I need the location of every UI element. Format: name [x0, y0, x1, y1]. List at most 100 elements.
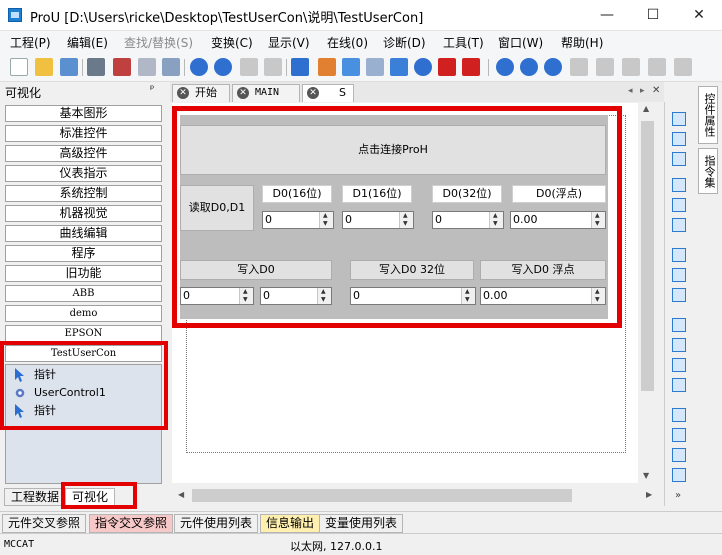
tab-element-usage[interactable]: 元件使用列表	[174, 514, 259, 533]
undo-icon[interactable]	[190, 58, 208, 76]
tab-label: S	[339, 86, 346, 99]
cut-icon[interactable]	[113, 58, 131, 76]
category-abb[interactable]: ABB	[5, 285, 162, 302]
close-icon[interactable]: ✕	[676, 0, 722, 31]
stop-icon[interactable]	[520, 58, 538, 76]
v-spacing-remove-icon[interactable]	[672, 468, 686, 482]
tab-scroll-left-icon[interactable]: ◂	[628, 86, 633, 96]
category-basic-shapes[interactable]: 基本图形	[5, 105, 162, 122]
menu-view[interactable]: 显示(V)	[268, 34, 310, 51]
connect-icon[interactable]	[390, 58, 408, 76]
category-curve-edit[interactable]: 曲线编辑	[5, 225, 162, 242]
same-size-icon[interactable]	[672, 288, 686, 302]
tab-start[interactable]: ✕ 开始	[172, 84, 230, 102]
align-icon[interactable]	[596, 58, 614, 76]
category-demo[interactable]: demo	[5, 305, 162, 322]
tab-variable-usage[interactable]: 变量使用列表	[319, 514, 404, 533]
pin-icon[interactable]: ᵖ	[150, 84, 154, 95]
tab-instruction-crossref[interactable]: 指令交叉参照	[89, 514, 174, 533]
dev-icon[interactable]	[240, 58, 258, 76]
h-spacing-remove-icon[interactable]	[672, 378, 686, 392]
more-tools-icon[interactable]: »	[675, 490, 681, 501]
align-top-icon[interactable]	[672, 178, 686, 192]
run-icon[interactable]	[496, 58, 514, 76]
tab-project-data[interactable]: 工程数据	[4, 488, 67, 506]
category-standard-controls[interactable]: 标准控件	[5, 125, 162, 142]
same-height-icon[interactable]	[672, 268, 686, 282]
category-machine-vision[interactable]: 机器视觉	[5, 205, 162, 222]
menu-edit[interactable]: 编辑(E)	[67, 34, 108, 51]
close-tab-icon[interactable]: ✕	[307, 87, 319, 99]
vertical-scroll-thumb[interactable]	[641, 121, 654, 391]
compare-icon[interactable]	[570, 58, 588, 76]
category-advanced-controls[interactable]: 高级控件	[5, 145, 162, 162]
tab-scroll-right-icon[interactable]: ▸	[640, 86, 645, 96]
pause-icon[interactable]	[414, 58, 432, 76]
menu-find-replace[interactable]: 查找/替换(S)	[124, 34, 193, 51]
scroll-right-icon[interactable]: ▶	[646, 490, 652, 499]
open-folder-icon[interactable]	[35, 58, 53, 76]
print-icon[interactable]	[87, 58, 105, 76]
minimize-icon[interactable]: —	[584, 0, 630, 31]
close-tab-icon[interactable]: ✕	[177, 87, 189, 99]
scroll-down-icon[interactable]: ▼	[643, 471, 649, 480]
paste-icon[interactable]	[162, 58, 180, 76]
reset-icon[interactable]	[544, 58, 562, 76]
tab-control-properties[interactable]: 控件属性	[698, 86, 718, 144]
table-icon[interactable]	[366, 58, 384, 76]
close-doc-icon[interactable]: ✕	[652, 85, 660, 96]
category-program[interactable]: 程序	[5, 245, 162, 262]
deb-icon[interactable]	[264, 58, 282, 76]
scroll-up-icon[interactable]: ▲	[643, 104, 649, 113]
grid-icon[interactable]	[648, 58, 666, 76]
h-spacing-dec-icon[interactable]	[672, 358, 686, 372]
tab-element-crossref[interactable]: 元件交叉参照	[2, 514, 87, 533]
close-tab-icon[interactable]: ✕	[237, 87, 249, 99]
align-left-icon[interactable]	[672, 112, 686, 126]
category-epson[interactable]: EPSON	[5, 325, 162, 342]
align-right-icon[interactable]	[672, 152, 686, 166]
horizontal-scroll-thumb[interactable]	[192, 489, 572, 502]
align-bottom-icon[interactable]	[672, 218, 686, 232]
v-spacing-icon[interactable]	[672, 408, 686, 422]
copy-icon[interactable]	[138, 58, 156, 76]
write-icon[interactable]	[462, 58, 480, 76]
v-spacing-inc-icon[interactable]	[672, 428, 686, 442]
h-spacing-inc-icon[interactable]	[672, 338, 686, 352]
align-middle-icon[interactable]	[672, 198, 686, 212]
format-icon[interactable]	[622, 58, 640, 76]
status-left: MCCAT	[4, 539, 35, 550]
align-center-icon[interactable]	[672, 132, 686, 146]
upload-icon[interactable]	[438, 58, 456, 76]
download-icon[interactable]	[291, 58, 309, 76]
toolbar	[0, 54, 722, 132]
redo-icon[interactable]	[214, 58, 232, 76]
menu-transform[interactable]: 变换(C)	[211, 34, 253, 51]
tab-info-output[interactable]: 信息输出	[260, 514, 321, 533]
menu-window[interactable]: 窗口(W)	[498, 34, 543, 51]
document-tabs: ✕ 开始 ✕ MAIN ✕ S ◂ ▸ ✕	[170, 82, 664, 102]
ruler-icon[interactable]	[674, 58, 692, 76]
save-icon[interactable]	[60, 58, 78, 76]
tab-instruction-set[interactable]: 指令集	[698, 148, 718, 194]
category-system-control[interactable]: 系统控制	[5, 185, 162, 202]
maximize-icon[interactable]: ☐	[630, 0, 676, 31]
category-gauges[interactable]: 仪表指示	[5, 165, 162, 182]
vertical-scrollbar[interactable]: ▲ ▼	[639, 103, 656, 483]
category-legacy[interactable]: 旧功能	[5, 265, 162, 282]
menu-help[interactable]: 帮助(H)	[561, 34, 603, 51]
menu-project[interactable]: 工程(P)	[10, 34, 51, 51]
monitor-icon[interactable]	[342, 58, 360, 76]
scroll-left-icon[interactable]: ◀	[178, 490, 184, 499]
v-spacing-dec-icon[interactable]	[672, 448, 686, 462]
menu-tools[interactable]: 工具(T)	[443, 34, 484, 51]
build-icon[interactable]	[318, 58, 336, 76]
tab-s[interactable]: ✕ S	[302, 84, 354, 102]
new-file-icon[interactable]	[10, 58, 28, 76]
horizontal-scrollbar[interactable]: ◀ ▶	[172, 487, 664, 504]
same-width-icon[interactable]	[672, 248, 686, 262]
menu-diagnose[interactable]: 诊断(D)	[383, 34, 426, 51]
menu-online[interactable]: 在线(0)	[327, 34, 368, 51]
h-spacing-icon[interactable]	[672, 318, 686, 332]
tab-main[interactable]: ✕ MAIN	[232, 84, 300, 102]
